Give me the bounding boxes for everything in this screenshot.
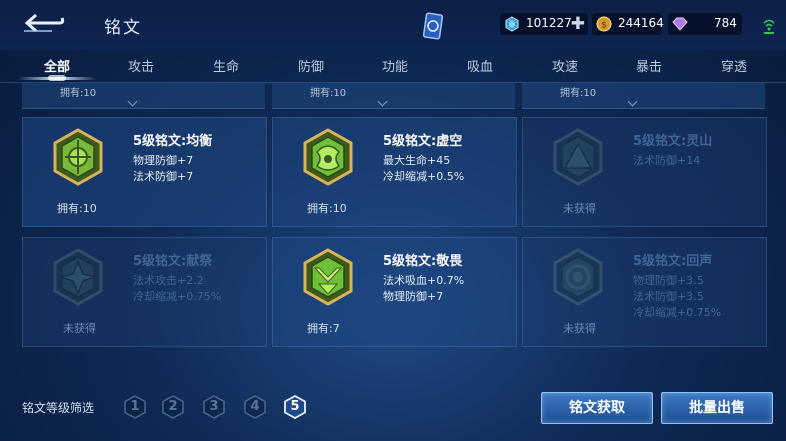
rune-void-icon [303,128,353,186]
rune-name: 5级铭文:献祭 [133,254,213,269]
rune-owned-count: 未获得 [563,322,596,335]
rune-stat: 法术防御+7 [133,170,194,183]
rune-card-mountain[interactable]: 5级铭文:灵山 法术防御+14 未获得 [522,117,767,227]
rune-owned-count: 未获得 [63,322,96,335]
crystal-icon [672,17,688,31]
rune-owned-count: 拥有:10 [307,202,347,215]
rune-card-awe[interactable]: 5级铭文:敬畏 法术吸血+0.7% 物理防御+7 拥有:7 [272,237,517,347]
level-filter-4[interactable]: 4 [244,395,266,419]
level-filter-label: 铭文等级筛选 [22,401,95,415]
rune-stat: 冷却缩减+0.5% [383,170,465,183]
tab-critical[interactable]: 暴击 [621,56,677,75]
chevron-down-icon [377,96,388,107]
rune-card-balance[interactable]: 5级铭文:均衡 物理防御+7 法术防御+7 拥有:10 [22,117,267,227]
category-tabs: 全部 攻击 生命 防御 功能 吸血 攻速 暴击 穿透 [0,50,786,83]
rune-sacrifice-icon [53,248,103,306]
rune-stat: 物理防御+3.5 [633,274,704,287]
rune-name: 5级铭文:敬畏 [383,254,463,269]
page-title: 铭文 [104,18,142,38]
level-filter-3[interactable]: 3 [203,395,225,419]
wifi-signal-icon [763,19,775,34]
rune-stat: 法术攻击+2.2 [133,274,204,287]
tab-attack[interactable]: 攻击 [113,56,169,75]
rune-stat: 物理防御+7 [133,154,194,167]
rune-name: 5级铭文:虚空 [383,134,463,149]
rune-mountain-icon [553,128,603,186]
add-diamond-button[interactable]: ✚ [571,14,585,34]
tab-attack-speed[interactable]: 攻速 [537,56,593,75]
chevron-down-icon [627,96,638,107]
tab-lifesteal[interactable]: 吸血 [452,56,508,75]
level-filter-5[interactable]: 5 [284,395,306,419]
rune-card-void[interactable]: 5级铭文:虚空 最大生命+45 冷却缩减+0.5% 拥有:10 [272,117,517,227]
back-arrow-icon[interactable] [22,12,66,34]
rune-echo-icon [553,248,603,306]
gold-coin-icon: $ [596,16,612,32]
rune-owned-count: 拥有:7 [307,322,340,335]
svg-text:$: $ [601,21,607,31]
rune-stat: 冷却缩减+0.75% [133,290,222,303]
tab-health[interactable]: 生命 [198,56,254,75]
diamond-icon [505,16,519,32]
rune-card-echo[interactable]: 5级铭文:回声 物理防御+3.5 法术防御+3.5 冷却缩减+0.75% 未获得 [522,237,767,347]
rune-stat: 法术防御+3.5 [633,290,704,303]
rune-book-icon[interactable] [422,12,444,40]
rune-stat: 冷却缩减+0.75% [633,306,722,319]
rune-card-partial[interactable]: 拥有:10 [272,82,515,109]
crystal-balance: 784 [668,13,742,35]
rune-owned-count: 未获得 [563,202,596,215]
active-tab-indicator [18,75,96,81]
tab-penetration[interactable]: 穿透 [706,56,762,75]
rune-name: 5级铭文:灵山 [633,134,713,149]
rune-owned-count: 拥有:10 [57,202,97,215]
rune-acquire-button[interactable]: 铭文获取 [541,392,653,424]
rune-name: 5级铭文:回声 [633,254,713,269]
tab-defense[interactable]: 防御 [283,56,339,75]
tab-all[interactable]: 全部 [29,56,85,75]
rune-awe-icon [303,248,353,306]
level-filter-2[interactable]: 2 [162,395,184,419]
rune-stat: 法术吸血+0.7% [383,274,465,287]
chevron-down-icon [127,96,138,107]
gold-balance: $ 244164 [592,13,664,35]
level-filter-1[interactable]: 1 [124,395,146,419]
rune-card-partial[interactable]: 拥有:10 [22,82,265,109]
rune-card-sacrifice[interactable]: 5级铭文:献祭 法术攻击+2.2 冷却缩减+0.75% 未获得 [22,237,267,347]
tab-utility[interactable]: 功能 [367,56,423,75]
rune-stat: 物理防御+7 [383,290,444,303]
diamond-balance: 101227 ✚ [500,13,588,35]
rune-balance-icon [53,128,103,186]
rune-card-partial[interactable]: 拥有:10 [522,82,765,109]
bulk-sell-button[interactable]: 批量出售 [661,392,773,424]
rune-name: 5级铭文:均衡 [133,134,213,149]
rune-stat: 最大生命+45 [383,154,451,167]
rune-stat: 法术防御+14 [633,154,701,167]
